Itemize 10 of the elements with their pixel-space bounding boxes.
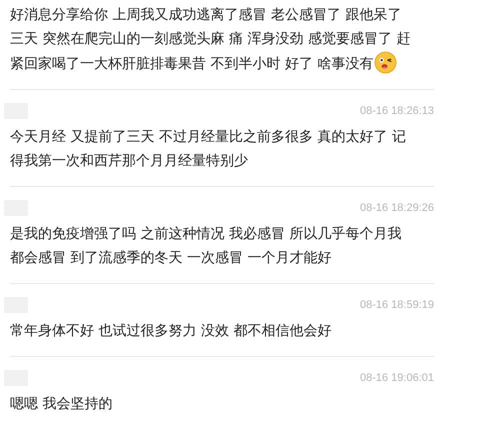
comment-time: 08-16 19:06:01: [360, 372, 434, 384]
comment-text: 常年身体不好 也试过很多努力 没效 都不相信他会好: [10, 322, 332, 341]
comment-time: 08-16 18:29:26: [360, 202, 434, 214]
comment-text: 好消息分享给你 上周我又成功逃离了感冒 老公感冒了 跟他呆了 三天 突然在爬完山的一刻感觉头麻 痛 浑身没劲 感觉要感冒了 赶 紧回家喝了一大杯肝脏排毒果昔 不到半小时 好了 啥事没有: [10, 6, 412, 76]
comment-text: 今天月经 又提前了三天 不过月经量比之前多很多 真的太好了 记 得我第一次和西芹那个月月经量特别少: [10, 128, 407, 171]
wink-emoji-icon: [374, 51, 398, 74]
comment-time: 08-16 18:59:19: [360, 299, 434, 311]
comment-time: 08-16 18:26:13: [360, 105, 434, 117]
comment-text: 是我的免疫增强了吗 之前这种情况 我必感冒 所以几乎每个月我 都会感冒 到了流感季的冬天 一次感冒 一个月才能好: [10, 225, 402, 268]
comment-text: 嗯嗯 我会坚持的: [10, 395, 114, 414]
